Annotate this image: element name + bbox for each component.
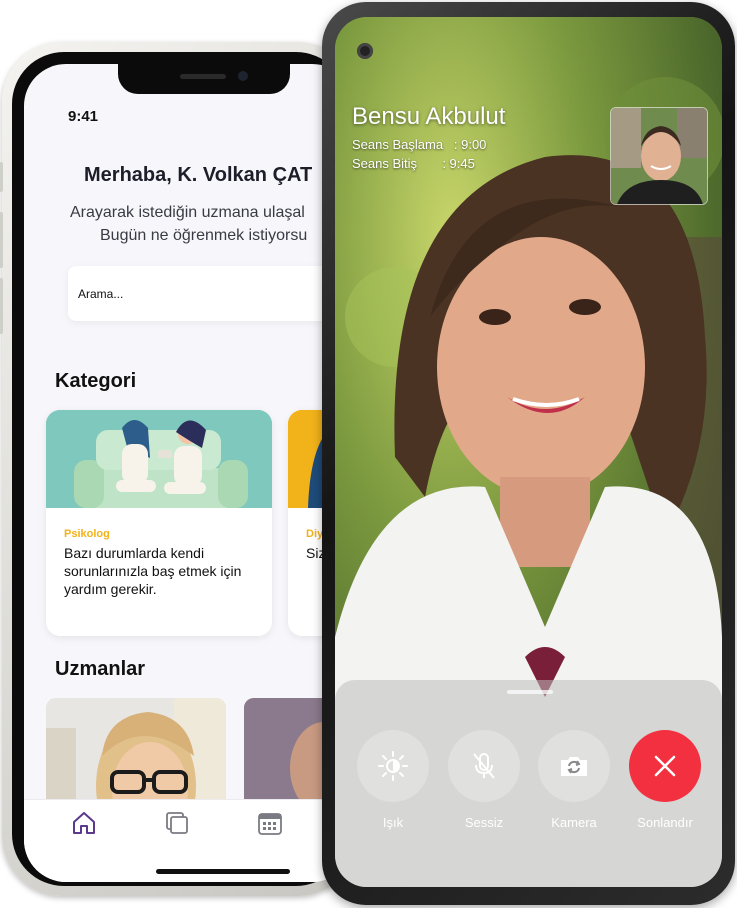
tab-calendar[interactable] (257, 810, 283, 836)
light-label: Işık (382, 815, 404, 830)
calendar-icon (258, 813, 282, 835)
experts-heading: Uzmanlar (55, 658, 146, 680)
tab-bar (24, 799, 354, 882)
front-camera-icon (238, 71, 248, 81)
video-call-screen: Bensu Akbulut Seans Başlama : 9:00 Seans… (335, 17, 722, 887)
brightness-icon (378, 751, 408, 781)
close-icon (654, 755, 676, 777)
volume-down-button (0, 278, 3, 334)
self-view-photo (611, 108, 707, 204)
category-label: Diy (306, 528, 324, 540)
self-view-video[interactable] (610, 107, 708, 205)
camera-label: Kamera (551, 815, 597, 830)
notch (118, 64, 290, 94)
tab-home[interactable] (71, 810, 97, 836)
end-call-label: Sonlandır (637, 815, 693, 830)
session-start: Seans Başlama : 9:00 (352, 137, 487, 152)
mute-label: Sessiz (464, 815, 504, 830)
subtitle-line-1: Arayarak istediğin uzmana ulaşal (70, 204, 305, 221)
search-input[interactable] (68, 266, 354, 321)
volume-up-button (0, 212, 3, 268)
two-women-talking-illustration (46, 410, 272, 508)
panel-grabber[interactable] (507, 690, 553, 694)
home-icon (73, 812, 95, 834)
mute-switch (0, 162, 3, 192)
left-phone: 9:41 Merhaba, K. Volkan ÇAT Arayarak ist… (0, 42, 358, 896)
category-heading: Kategori (55, 370, 137, 392)
speaker-grill (180, 74, 226, 79)
call-controls-panel: Işık Sessiz Kamera Sonlandır (335, 680, 722, 887)
category-illustration (46, 410, 272, 508)
camera-switch-icon (561, 757, 587, 776)
subtitle-line-2: Bugün ne öğrenmek istiyorsu (100, 227, 308, 244)
light-button[interactable] (357, 730, 429, 802)
tab-pages[interactable] (164, 810, 190, 836)
status-time: 9:41 (68, 108, 99, 125)
category-description: Bazı durumlarda kendi sorunlarınızla baş… (64, 545, 242, 597)
home-indicator (156, 869, 290, 874)
mute-button[interactable] (448, 730, 520, 802)
session-end: Seans Bitiş : 9:45 (352, 156, 475, 171)
category-card-psikolog[interactable]: Psikolog Bazı durumlarda kendi sorunları… (46, 410, 272, 636)
end-call-button[interactable] (629, 730, 701, 802)
right-phone: Bensu Akbulut Seans Başlama : 9:00 Seans… (322, 2, 735, 905)
pages-icon (166, 812, 188, 834)
home-screen: 9:41 Merhaba, K. Volkan ÇAT Arayarak ist… (24, 64, 354, 882)
category-label: Psikolog (64, 528, 110, 540)
front-camera-icon (357, 43, 373, 59)
greeting-title: Merhaba, K. Volkan ÇAT (84, 164, 313, 186)
camera-switch-button[interactable] (538, 730, 610, 802)
mic-off-icon (473, 753, 495, 779)
caller-name: Bensu Akbulut (352, 103, 506, 130)
